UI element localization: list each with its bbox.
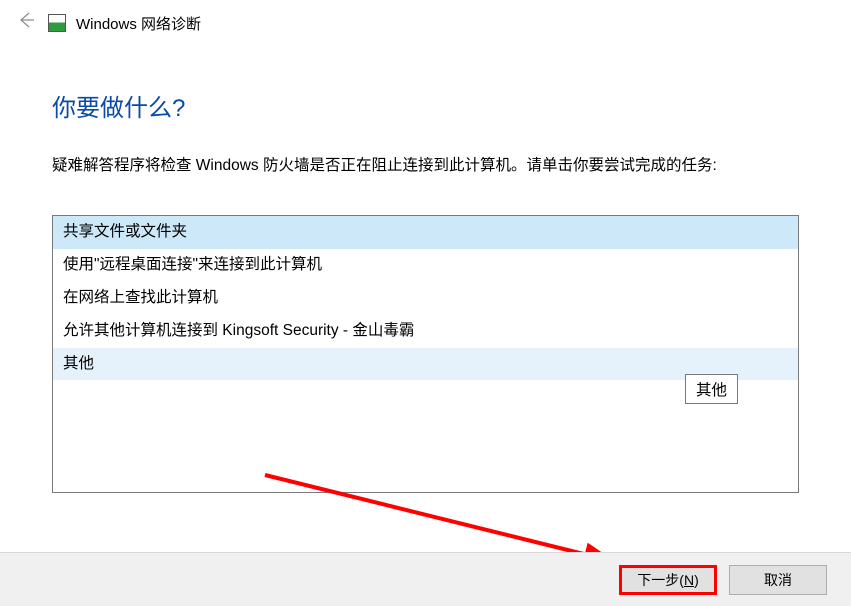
options-listbox[interactable]: 共享文件或文件夹使用"远程桌面连接"来连接到此计算机在网络上查找此计算机允许其他… [52, 215, 799, 493]
next-button-label-prefix: 下一步( [637, 570, 684, 590]
tooltip: 其他 [685, 374, 738, 404]
next-button-accelerator: N [684, 572, 694, 588]
app-icon [48, 14, 66, 32]
page-heading: 你要做什么? [52, 88, 799, 123]
footer-bar: 下一步(N) 取消 [0, 552, 851, 606]
list-item[interactable]: 允许其他计算机连接到 Kingsoft Security - 金山毒霸 [53, 315, 798, 348]
content-area: 你要做什么? 疑难解答程序将检查 Windows 防火墙是否正在阻止连接到此计算… [0, 42, 851, 493]
page-description: 疑难解答程序将检查 Windows 防火墙是否正在阻止连接到此计算机。请单击你要… [52, 153, 799, 179]
window-title: Windows 网络诊断 [76, 13, 201, 34]
list-item[interactable]: 使用"远程桌面连接"来连接到此计算机 [53, 249, 798, 282]
list-item[interactable]: 在网络上查找此计算机 [53, 282, 798, 315]
list-item[interactable]: 共享文件或文件夹 [53, 216, 798, 249]
back-arrow-icon[interactable] [14, 10, 38, 36]
next-button-label-suffix: ) [694, 572, 699, 588]
header-row: Windows 网络诊断 [0, 0, 851, 42]
cancel-button[interactable]: 取消 [729, 565, 827, 595]
next-button[interactable]: 下一步(N) [619, 565, 717, 595]
